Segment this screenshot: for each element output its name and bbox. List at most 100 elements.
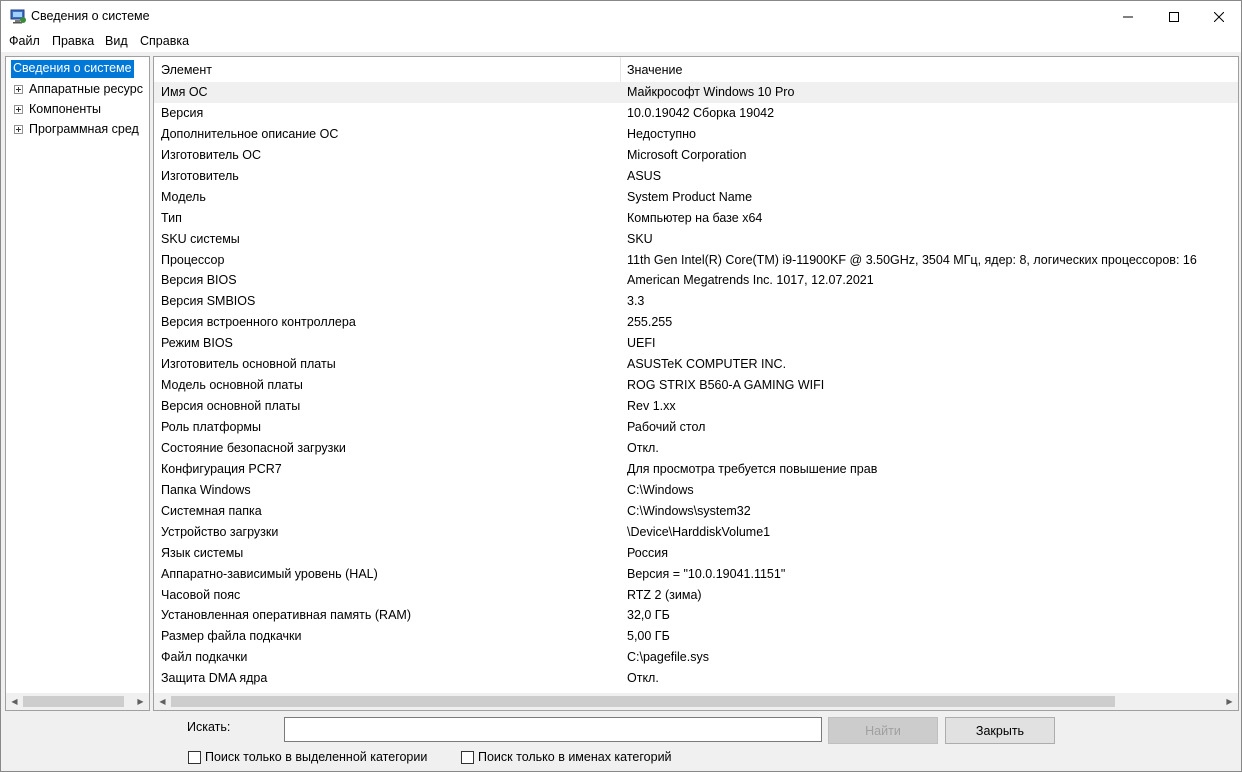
checkbox-icon[interactable]: [461, 750, 474, 764]
tree-item-software-environment[interactable]: Программная сред: [14, 120, 139, 138]
scroll-left-icon[interactable]: ◀: [6, 693, 23, 710]
maximize-icon: [1169, 11, 1179, 22]
scroll-thumb[interactable]: [171, 696, 1115, 707]
row-item-name: Модель основной платы: [161, 378, 303, 393]
row-item-value: RTZ 2 (зима): [627, 587, 702, 602]
tree-item-hardware-resources[interactable]: Аппаратные ресурс: [14, 80, 143, 98]
row-item-name: Папка Windows: [161, 482, 251, 497]
search-input[interactable]: [284, 717, 822, 742]
table-row[interactable]: Установленная оперативная память (RAM) 32…: [154, 605, 1238, 626]
row-item-name: Файл подкачки: [161, 650, 248, 665]
table-row[interactable]: Процессор 11th Gen Intel(R) Core(TM) i9-1…: [154, 250, 1238, 271]
row-item-name: Изготовитель основной платы: [161, 357, 336, 372]
scroll-right-icon[interactable]: ▶: [132, 693, 149, 710]
table-row[interactable]: Изготовитель ASUS: [154, 166, 1238, 187]
category-tree[interactable]: Сведения о системе Аппаратные ресурс Ком…: [5, 56, 150, 711]
row-item-name: Аппаратно-зависимый уровень (HAL): [161, 566, 378, 581]
menu-file[interactable]: Файл: [9, 34, 40, 48]
msinfo-computer-icon: [10, 9, 26, 24]
find-button[interactable]: Найти: [828, 717, 938, 744]
close-button[interactable]: [1196, 1, 1242, 32]
row-item-name: Изготовитель: [161, 168, 239, 183]
checkbox-icon[interactable]: [188, 750, 201, 764]
expand-plus-icon[interactable]: [14, 104, 23, 114]
table-row[interactable]: Конфигурация PCR7 Для просмотра требуется…: [154, 459, 1238, 480]
table-row[interactable]: Версия 10.0.19042 Сборка 19042: [154, 103, 1238, 124]
tree-horizontal-scrollbar[interactable]: ◀ ▶: [6, 693, 149, 710]
table-row[interactable]: Папка Windows C:\Windows: [154, 480, 1238, 501]
search-selected-category-option[interactable]: Поиск только в выделенной категории: [188, 750, 427, 764]
row-item-name: Версия SMBIOS: [161, 294, 256, 309]
row-item-name: Устройство загрузки: [161, 524, 279, 539]
row-item-name: Часовой пояс: [161, 587, 241, 602]
tree-item-components[interactable]: Компоненты: [14, 100, 101, 118]
scroll-left-icon[interactable]: ◀: [154, 693, 171, 710]
table-row[interactable]: Изготовитель основной платы ASUSTeK COMPU…: [154, 354, 1238, 375]
title-bar[interactable]: Сведения о системе: [1, 1, 1241, 32]
scroll-right-icon[interactable]: ▶: [1221, 693, 1238, 710]
row-item-value: System Product Name: [627, 189, 753, 204]
table-row[interactable]: Системная папка C:\Windows\system32: [154, 501, 1238, 522]
table-row[interactable]: Модель System Product Name: [154, 187, 1238, 208]
row-item-value: 32,0 ГБ: [627, 608, 670, 623]
window-title: Сведения о системе: [31, 9, 150, 23]
table-row[interactable]: Дополнительное описание ОС Недоступно: [154, 124, 1238, 145]
table-row[interactable]: Файл подкачки C:\pagefile.sys: [154, 647, 1238, 668]
table-row[interactable]: Изготовитель ОС Microsoft Corporation: [154, 145, 1238, 166]
table-row[interactable]: Имя ОС Майкрософт Windows 10 Pro: [154, 82, 1238, 103]
checkbox-label: Поиск только в именах категорий: [478, 750, 672, 764]
row-item-name: Версия BIOS: [161, 273, 237, 288]
row-item-value: Недоступно: [627, 126, 696, 141]
row-item-value: Откл.: [627, 440, 659, 455]
row-item-value: Версия = "10.0.19041.1151": [627, 566, 786, 581]
row-item-name: Имя ОС: [161, 85, 208, 99]
table-row[interactable]: Аппаратно-зависимый уровень (HAL) Версия …: [154, 564, 1238, 585]
table-row[interactable]: Размер файла подкачки 5,00 ГБ: [154, 626, 1238, 647]
minimize-icon: [1123, 16, 1133, 17]
close-dialog-button[interactable]: Закрыть: [945, 717, 1055, 744]
table-row[interactable]: Режим BIOS UEFI: [154, 333, 1238, 354]
table-row[interactable]: Устройство загрузки \Device\HarddiskVolum…: [154, 522, 1238, 543]
search-category-names-option[interactable]: Поиск только в именах категорий: [461, 750, 672, 764]
list-rows: Имя ОС Майкрософт Windows 10 Pro Версия 10.…: [154, 82, 1238, 689]
close-icon: [1214, 11, 1224, 22]
row-item-value: 255.255: [627, 315, 673, 330]
menu-edit[interactable]: Правка: [52, 34, 94, 48]
minimize-button[interactable]: [1105, 1, 1151, 32]
expand-plus-icon[interactable]: [14, 84, 23, 94]
row-item-value: 3.3: [627, 294, 645, 309]
table-row[interactable]: SKU системы SKU: [154, 229, 1238, 250]
row-item-name: Изготовитель ОС: [161, 147, 261, 162]
table-row[interactable]: Версия встроенного контроллера 255.255: [154, 312, 1238, 333]
table-row[interactable]: Модель основной платы ROG STRIX B560-A GA…: [154, 375, 1238, 396]
expand-plus-icon[interactable]: [14, 124, 23, 134]
row-item-value: ROG STRIX B560-A GAMING WIFI: [627, 378, 825, 393]
details-list[interactable]: Элемент Значение Имя ОС Майкрософт Window…: [153, 56, 1239, 711]
tree-item-label: Программная сред: [29, 122, 139, 136]
list-horizontal-scrollbar[interactable]: ◀ ▶: [154, 693, 1238, 710]
table-row[interactable]: Состояние безопасной загрузки Откл.: [154, 438, 1238, 459]
table-row[interactable]: Версия SMBIOS 3.3: [154, 291, 1238, 312]
table-row[interactable]: Роль платформы Рабочий стол: [154, 417, 1238, 438]
tree-item-system-summary[interactable]: Сведения о системе: [11, 60, 134, 78]
row-item-value: SKU: [627, 231, 653, 246]
row-item-name: Установленная оперативная память (RAM): [161, 608, 411, 623]
table-row[interactable]: Версия BIOS American Megatrends Inc. 1017…: [154, 270, 1238, 291]
row-item-name: Состояние безопасной загрузки: [161, 440, 346, 455]
menu-view[interactable]: Вид: [105, 34, 128, 48]
row-item-name: Защита DMA ядра: [161, 671, 268, 686]
table-row[interactable]: Язык системы Россия: [154, 543, 1238, 564]
maximize-button[interactable]: [1151, 1, 1197, 32]
table-row[interactable]: Часовой пояс RTZ 2 (зима): [154, 585, 1238, 606]
row-item-value: ASUS: [627, 168, 662, 183]
scroll-thumb[interactable]: [23, 696, 124, 707]
column-header-item[interactable]: Элемент: [161, 63, 212, 77]
table-row[interactable]: Защита DMA ядра Откл.: [154, 668, 1238, 689]
table-row[interactable]: Версия основной платы Rev 1.xx: [154, 396, 1238, 417]
menu-help[interactable]: Справка: [140, 34, 189, 48]
column-header-value[interactable]: Значение: [627, 63, 682, 77]
table-row[interactable]: Тип Компьютер на базе x64: [154, 208, 1238, 229]
row-item-value: Rev 1.xx: [627, 399, 676, 414]
row-item-name: Язык системы: [161, 545, 244, 560]
column-divider[interactable]: [620, 57, 621, 82]
